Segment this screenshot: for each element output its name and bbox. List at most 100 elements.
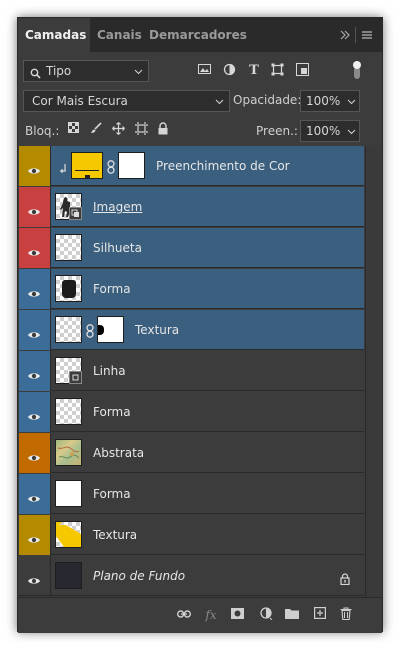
row-divider bbox=[50, 474, 51, 513]
layers-footer-toolbar: fx bbox=[18, 597, 382, 633]
adjustment-layer-icon[interactable] bbox=[258, 607, 274, 623]
layer-name[interactable]: Forma bbox=[93, 474, 131, 514]
layer-thumbnail bbox=[55, 193, 82, 220]
lock-artboard-icon[interactable] bbox=[133, 122, 149, 138]
new-layer-icon[interactable] bbox=[312, 607, 328, 623]
chevron-down-icon bbox=[347, 92, 356, 112]
opacity-value: 100% bbox=[306, 94, 341, 108]
tab-canais[interactable]: Canais bbox=[90, 18, 142, 52]
layers-panel: Camadas Canais Demarcadores Tipo T Cor M… bbox=[17, 17, 383, 633]
lock-move-icon[interactable] bbox=[110, 122, 126, 138]
row-divider bbox=[50, 392, 51, 431]
layer-thumbnail bbox=[55, 398, 82, 425]
lock-all-icon[interactable] bbox=[155, 122, 171, 138]
row-divider bbox=[50, 515, 51, 554]
smart-object-filter-icon[interactable] bbox=[294, 63, 310, 79]
fx-label: fx bbox=[205, 608, 217, 622]
visibility-toggle[interactable] bbox=[19, 515, 50, 555]
layer-name[interactable]: Abstrata bbox=[93, 433, 144, 473]
chevron-down-icon bbox=[215, 92, 224, 112]
eye-icon bbox=[27, 325, 40, 338]
add-mask-icon[interactable] bbox=[229, 607, 245, 623]
type-filter-icon[interactable]: T bbox=[246, 63, 262, 79]
layer-mask-thumbnail[interactable] bbox=[97, 316, 124, 343]
layer-row[interactable]: Preenchimento de Cor bbox=[19, 146, 364, 186]
group-folder-icon[interactable] bbox=[284, 607, 300, 623]
lock-transparent-icon[interactable] bbox=[65, 122, 81, 138]
search-icon bbox=[30, 65, 41, 85]
tab-divider bbox=[355, 27, 356, 43]
layer-row[interactable]: Abstrata bbox=[19, 433, 364, 473]
visibility-toggle[interactable] bbox=[19, 392, 50, 432]
eye-icon bbox=[27, 243, 40, 256]
opacity-label: Opacidade: bbox=[233, 93, 302, 107]
layer-row[interactable]: Textura bbox=[19, 515, 364, 555]
visibility-toggle[interactable] bbox=[19, 556, 50, 596]
visibility-toggle[interactable] bbox=[19, 269, 50, 309]
visibility-toggle[interactable] bbox=[19, 474, 50, 514]
panel-menu-icon[interactable] bbox=[361, 18, 375, 52]
adjustment-filter-icon[interactable] bbox=[221, 63, 237, 79]
shape-filter-icon[interactable] bbox=[269, 63, 285, 79]
filter-type-label: Tipo bbox=[46, 64, 72, 78]
delete-layer-icon[interactable] bbox=[338, 607, 354, 623]
eye-icon bbox=[27, 530, 40, 543]
layer-lock-icon[interactable] bbox=[340, 570, 350, 589]
layer-name[interactable]: Linha bbox=[93, 351, 126, 391]
layers-scrollbar[interactable] bbox=[365, 146, 381, 597]
layer-mask-thumbnail[interactable] bbox=[118, 152, 145, 179]
row-divider bbox=[50, 556, 51, 595]
tab-label: Camadas bbox=[25, 28, 87, 42]
layer-thumbnail bbox=[55, 562, 82, 589]
layer-thumbnail bbox=[55, 275, 82, 302]
tab-demarcadores[interactable]: Demarcadores bbox=[142, 18, 247, 52]
eye-icon bbox=[27, 407, 40, 420]
blend-mode-dropdown[interactable]: Cor Mais Escura bbox=[23, 90, 230, 112]
layer-thumbnail bbox=[55, 234, 82, 261]
visibility-toggle[interactable] bbox=[19, 310, 50, 350]
fill-field[interactable]: 100% bbox=[300, 120, 360, 142]
opacity-field[interactable]: 100% bbox=[300, 90, 360, 112]
row-divider bbox=[50, 187, 51, 226]
tab-label: Canais bbox=[97, 28, 142, 42]
layer-row[interactable]: Silhueta bbox=[19, 228, 364, 268]
filter-type-dropdown[interactable]: Tipo bbox=[23, 60, 149, 82]
layer-row[interactable]: Imagem bbox=[19, 187, 364, 227]
visibility-toggle[interactable] bbox=[19, 351, 50, 391]
layer-name[interactable]: Silhueta bbox=[93, 228, 142, 268]
mask-link-icon[interactable] bbox=[86, 323, 94, 342]
collapse-chevrons-icon[interactable] bbox=[339, 18, 353, 52]
eye-icon bbox=[27, 161, 40, 174]
link-layers-icon[interactable] bbox=[176, 607, 192, 623]
lock-brush-icon[interactable] bbox=[88, 122, 104, 138]
filter-toggle-icon[interactable] bbox=[352, 59, 362, 81]
fill-label: Preen.: bbox=[256, 124, 298, 138]
visibility-toggle[interactable] bbox=[19, 187, 50, 227]
eye-icon bbox=[27, 571, 40, 584]
layer-row[interactable]: Textura bbox=[19, 310, 364, 350]
clipping-arrow-icon bbox=[59, 160, 67, 179]
mask-link-icon[interactable] bbox=[107, 159, 115, 178]
visibility-toggle[interactable] bbox=[19, 146, 50, 186]
layer-name[interactable]: Plano de Fundo bbox=[93, 556, 185, 596]
tab-camadas[interactable]: Camadas bbox=[18, 18, 90, 52]
layer-row[interactable]: Linha bbox=[19, 351, 364, 391]
layer-name[interactable]: Textura bbox=[93, 515, 137, 555]
layer-row[interactable]: Forma bbox=[19, 269, 364, 309]
image-filter-icon[interactable] bbox=[196, 63, 212, 79]
layer-row[interactable]: Forma bbox=[19, 392, 364, 432]
eye-icon bbox=[27, 284, 40, 297]
layer-row[interactable]: Plano de Fundo bbox=[19, 556, 364, 596]
visibility-toggle[interactable] bbox=[19, 433, 50, 473]
layer-name[interactable]: Preenchimento de Cor bbox=[156, 146, 290, 186]
layer-row[interactable]: Forma bbox=[19, 474, 364, 514]
layer-thumbnail bbox=[55, 316, 82, 343]
layer-name[interactable]: Forma bbox=[93, 269, 131, 309]
layer-name[interactable]: Imagem bbox=[93, 187, 142, 227]
layer-name[interactable]: Textura bbox=[135, 310, 179, 350]
row-divider bbox=[50, 228, 51, 267]
layer-name[interactable]: Forma bbox=[93, 392, 131, 432]
fx-icon[interactable]: fx bbox=[203, 607, 219, 623]
visibility-toggle[interactable] bbox=[19, 228, 50, 268]
row-divider bbox=[50, 269, 51, 308]
